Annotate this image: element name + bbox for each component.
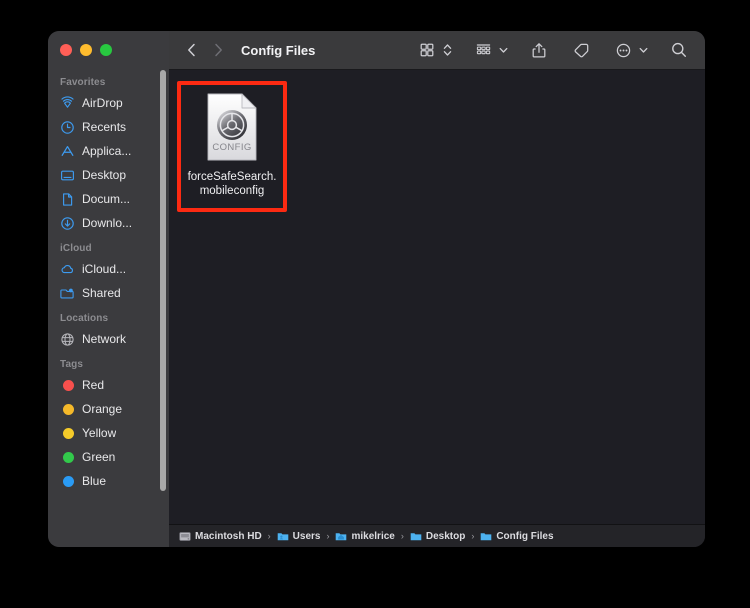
sidebar-item-label: Docum... [82,192,131,206]
selection-highlight-box [177,81,287,212]
tag-group [569,38,593,62]
sidebar-section-tags: Tags [60,359,83,370]
breadcrumb-label: Users [292,530,321,542]
shared-folder-icon [60,286,75,301]
sidebar: Favorites AirDrop Recents Applica... Des… [48,31,169,547]
page-title: Config Files [241,42,316,58]
share-group [527,38,551,62]
toolbar: Config Files [169,31,705,70]
path-bar: Macintosh HD › Users › mikelrice › Deskt… [169,524,705,547]
sidebar-item-airdrop[interactable]: AirDrop [48,91,169,115]
search-button[interactable] [667,38,691,62]
sidebar-item-label: Network [82,332,127,346]
cloud-icon [60,262,75,277]
red-tag-dot-icon [60,378,75,393]
sidebar-item-applications[interactable]: Applica... [48,139,169,163]
users-folder-icon [277,531,289,542]
sidebar-section-favorites: Favorites [60,77,106,88]
home-folder-icon [335,531,347,542]
breadcrumb-users[interactable]: Users [277,530,321,542]
right-pane: Config Files CONFIG forceSafeSearch. mob… [169,31,705,547]
view-mode-group [415,38,453,62]
traffic-light-controls [48,31,169,69]
sidebar-item-tag-blue[interactable]: Blue [48,469,169,493]
downloads-icon [60,216,75,231]
breadcrumb-label: Macintosh HD [195,530,262,542]
breadcrumb-label: Desktop [425,530,466,542]
sidebar-item-label: iCloud... [82,262,127,276]
applications-icon [60,144,75,159]
document-icon [60,192,75,207]
back-button[interactable] [179,37,205,63]
sidebar-item-label: Applica... [82,144,132,158]
breadcrumb-separator: › [471,531,475,541]
maximize-button[interactable] [100,44,112,56]
sidebar-item-downloads[interactable]: Downlo... [48,211,169,235]
sidebar-item-tag-green[interactable]: Green [48,445,169,469]
sidebar-item-shared[interactable]: Shared [48,281,169,305]
desktop-folder-icon [410,531,422,542]
harddisk-icon [179,531,191,542]
sidebar-item-network[interactable]: Network [48,327,169,351]
clock-icon [60,120,75,135]
sidebar-item-tag-orange[interactable]: Orange [48,397,169,421]
breadcrumb-separator: › [400,531,404,541]
sidebar-item-label: Downlo... [82,216,133,230]
forward-button[interactable] [205,37,231,63]
view-options-chevron-icon[interactable] [442,42,453,58]
breadcrumb-separator: › [267,531,271,541]
breadcrumb-separator: › [326,531,330,541]
window-body: Favorites AirDrop Recents Applica... Des… [48,31,705,547]
sidebar-item-label: Yellow [82,426,117,440]
breadcrumb-desktop[interactable]: Desktop [410,531,465,542]
sidebar-item-label: Orange [82,402,123,416]
folder-icon [480,531,492,542]
group-by-button[interactable] [471,38,495,62]
file-grid: CONFIG forceSafeSearch. mobileconfig [169,70,705,524]
sidebar-item-label: Red [82,378,105,392]
breadcrumb-label: mikelrice [351,530,395,542]
sidebar-section-icloud: iCloud [60,243,92,254]
more-actions-group [611,38,649,62]
blue-tag-dot-icon [60,474,75,489]
green-tag-dot-icon [60,450,75,465]
sidebar-item-label: AirDrop [82,96,123,110]
sidebar-item-label: Desktop [82,168,127,182]
airdrop-icon [60,95,75,111]
sidebar-item-label: Recents [82,120,127,134]
sidebar-item-tag-yellow[interactable]: Yellow [48,421,169,445]
group-by-chevron-icon[interactable] [498,42,509,58]
search-group [667,38,691,62]
breadcrumb-label: Config Files [496,530,554,542]
more-actions-button[interactable] [611,38,635,62]
close-button[interactable] [60,44,72,56]
breadcrumb-mikelrice[interactable]: mikelrice [335,530,395,542]
breadcrumb-macintosh-hd[interactable]: Macintosh HD [179,531,262,542]
sidebar-item-documents[interactable]: Docum... [48,187,169,211]
sidebar-item-label: Green [82,450,116,464]
sidebar-item-label: Shared [82,286,121,300]
sidebar-scrollbar[interactable] [160,70,166,491]
more-actions-chevron-icon[interactable] [638,42,649,58]
globe-icon [60,332,75,347]
sidebar-item-tag-red[interactable]: Red [48,373,169,397]
minimize-button[interactable] [80,44,92,56]
share-button[interactable] [527,38,551,62]
sidebar-item-desktop[interactable]: Desktop [48,163,169,187]
breadcrumb-config-files[interactable]: Config Files [480,530,554,542]
sidebar-item-recents[interactable]: Recents [48,115,169,139]
finder-window: Favorites AirDrop Recents Applica... Des… [48,31,705,547]
sidebar-item-icloud-drive[interactable]: iCloud... [48,257,169,281]
orange-tag-dot-icon [60,402,75,417]
group-by-group [471,38,509,62]
desktop-icon [60,168,75,183]
sidebar-section-locations: Locations [60,313,109,324]
yellow-tag-dot-icon [60,426,75,441]
sidebar-item-label: Blue [82,474,107,488]
icon-view-button[interactable] [415,38,439,62]
tag-button[interactable] [569,38,593,62]
